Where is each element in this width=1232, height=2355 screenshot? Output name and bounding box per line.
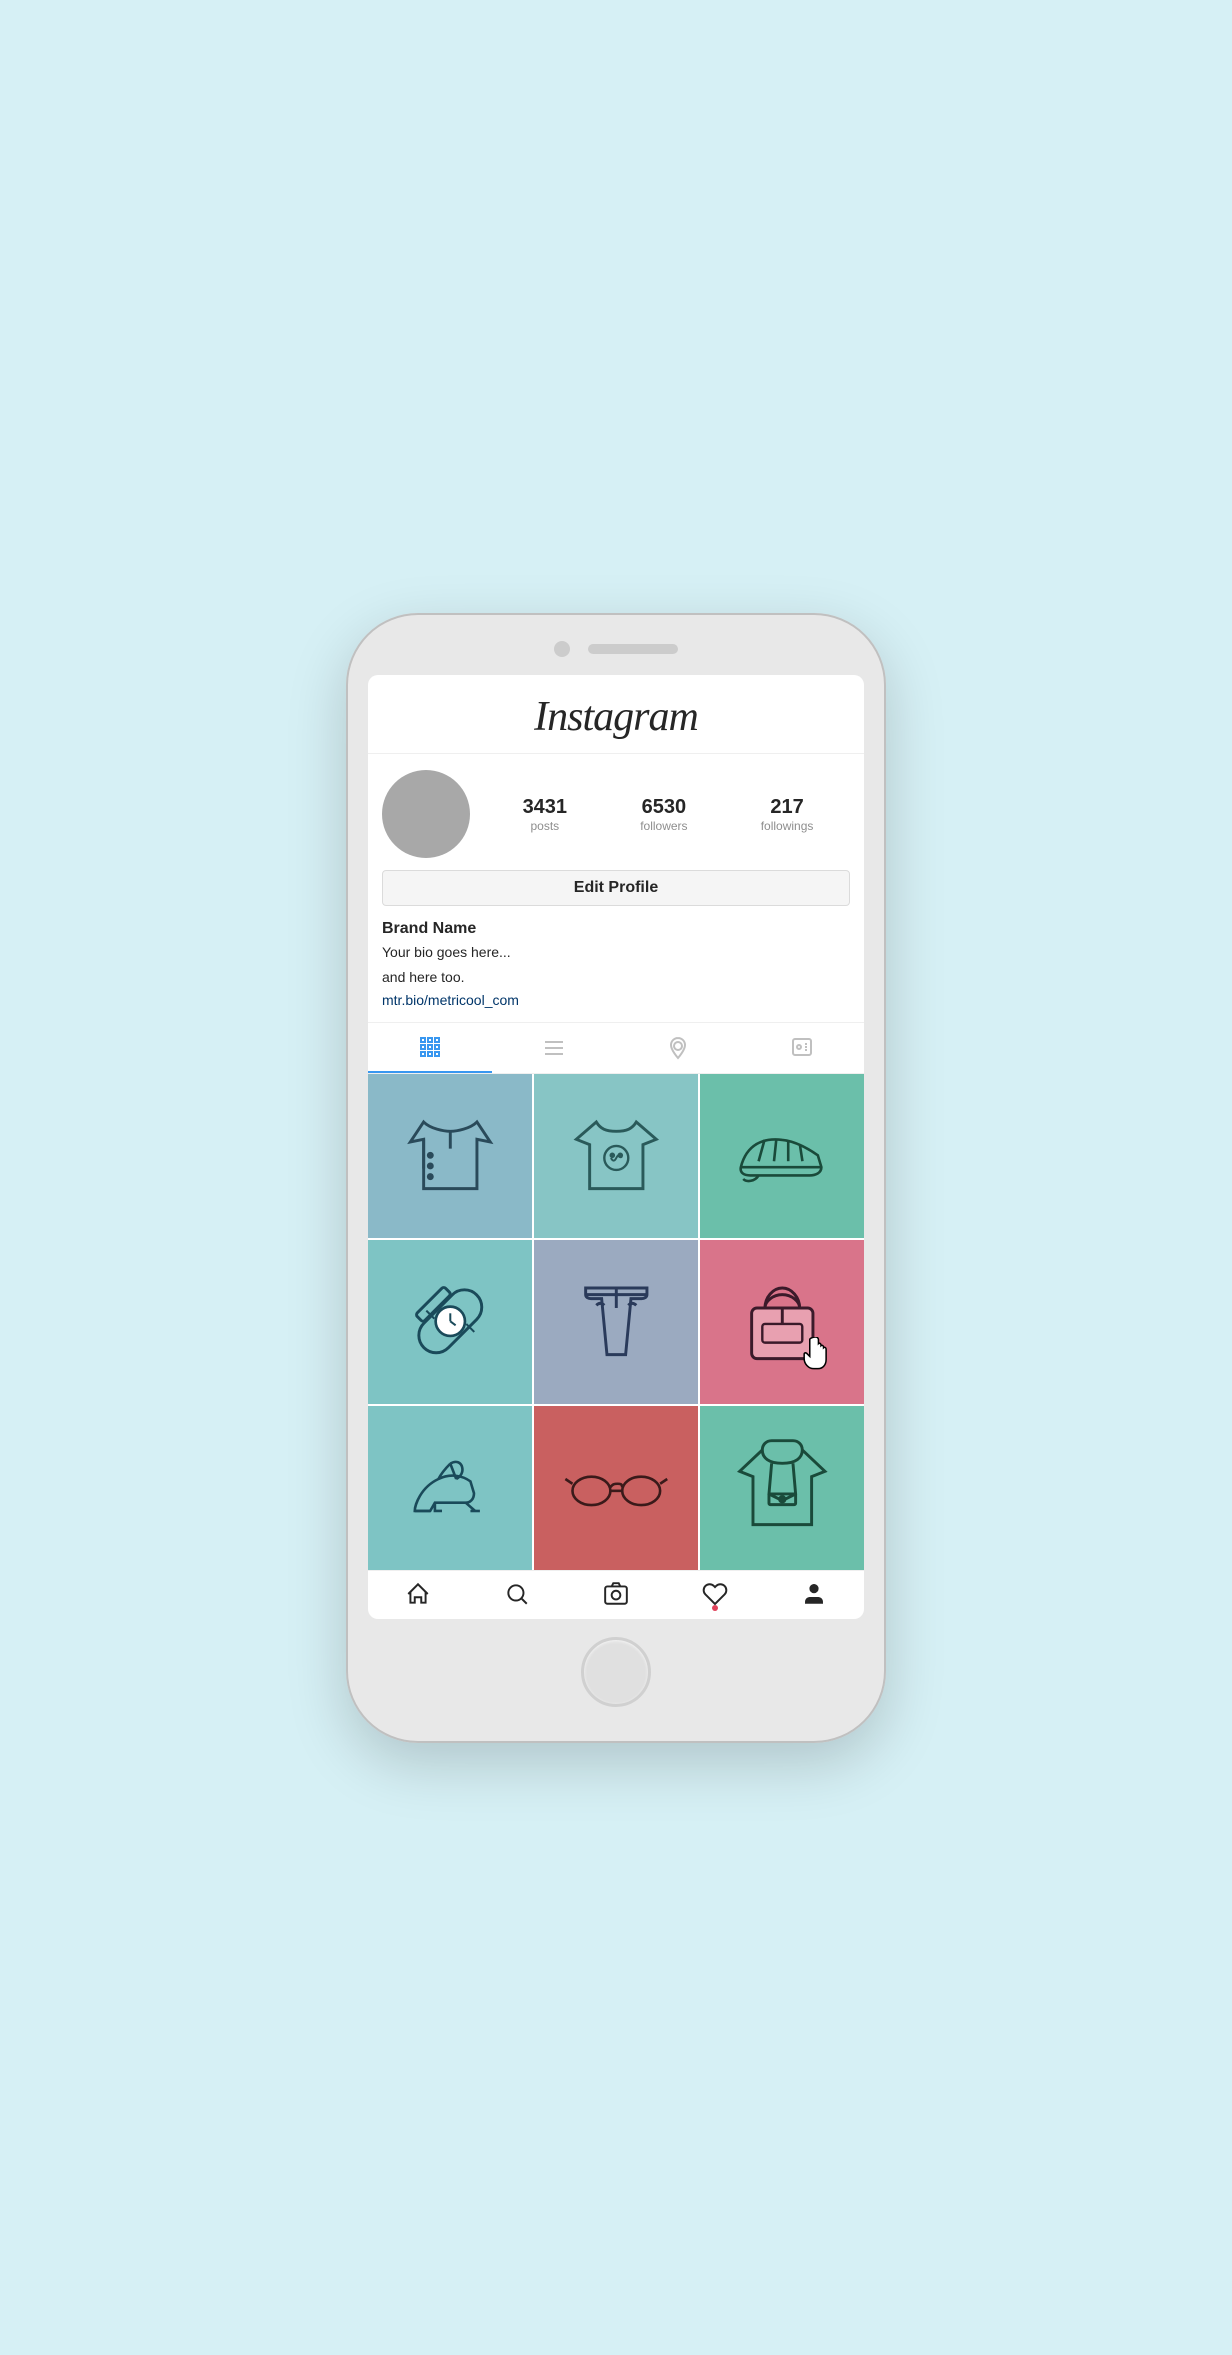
avatar bbox=[382, 770, 470, 858]
tab-grid[interactable] bbox=[368, 1023, 492, 1073]
followings-stat: 217 followings bbox=[761, 795, 814, 833]
grid-item-5[interactable] bbox=[534, 1240, 698, 1404]
posts-label: posts bbox=[530, 819, 559, 833]
tagged-icon bbox=[790, 1036, 814, 1060]
tab-location[interactable] bbox=[616, 1023, 740, 1073]
ig-stats: 3431 posts 6530 followers 217 followings bbox=[486, 795, 850, 833]
ig-profile: 3431 posts 6530 followers 217 followings… bbox=[368, 754, 864, 1022]
nav-camera[interactable] bbox=[566, 1581, 665, 1607]
ig-logo: Instagram bbox=[388, 693, 844, 741]
ig-header: Instagram bbox=[368, 675, 864, 754]
grid-item-7[interactable] bbox=[368, 1406, 532, 1570]
edit-profile-button[interactable]: Edit Profile bbox=[382, 870, 850, 906]
nav-profile[interactable] bbox=[765, 1581, 864, 1607]
bio-link[interactable]: mtr.bio/metricool_com bbox=[382, 992, 850, 1008]
phone-camera bbox=[554, 641, 570, 657]
phone-screen: Instagram 3431 posts 6530 followers 217 bbox=[368, 675, 864, 1619]
followers-stat: 6530 followers bbox=[640, 795, 687, 833]
grid-item-1[interactable] bbox=[368, 1074, 532, 1238]
phone-home-button[interactable] bbox=[581, 1637, 651, 1707]
grid-item-9[interactable] bbox=[700, 1406, 864, 1570]
tab-list[interactable] bbox=[492, 1023, 616, 1073]
grid-item-2[interactable] bbox=[534, 1074, 698, 1238]
nav-activity[interactable] bbox=[666, 1581, 765, 1607]
posts-stat: 3431 posts bbox=[523, 795, 568, 833]
bio-text-line1: Your bio goes here... bbox=[382, 942, 850, 963]
phone-top-bar bbox=[368, 641, 864, 657]
location-icon bbox=[666, 1036, 690, 1060]
ig-posts-grid bbox=[368, 1074, 864, 1570]
ig-profile-top: 3431 posts 6530 followers 217 followings bbox=[382, 770, 850, 858]
grid-icon bbox=[418, 1035, 442, 1059]
ig-bio: Brand Name Your bio goes here... and her… bbox=[382, 920, 850, 1022]
ig-bottom-nav bbox=[368, 1570, 864, 1619]
grid-item-6[interactable] bbox=[700, 1240, 864, 1404]
followings-label: followings bbox=[761, 819, 814, 833]
bio-text-line2: and here too. bbox=[382, 967, 850, 988]
list-icon bbox=[542, 1036, 566, 1060]
ig-tabs bbox=[368, 1022, 864, 1074]
posts-count: 3431 bbox=[523, 795, 568, 819]
bio-name: Brand Name bbox=[382, 920, 850, 938]
nav-search[interactable] bbox=[467, 1581, 566, 1607]
grid-item-3[interactable] bbox=[700, 1074, 864, 1238]
followings-count: 217 bbox=[770, 795, 803, 819]
phone-speaker bbox=[588, 644, 678, 654]
tab-tagged[interactable] bbox=[740, 1023, 864, 1073]
nav-home[interactable] bbox=[368, 1581, 467, 1607]
followers-count: 6530 bbox=[642, 795, 687, 819]
grid-item-4[interactable] bbox=[368, 1240, 532, 1404]
phone-frame: Instagram 3431 posts 6530 followers 217 bbox=[346, 613, 886, 1743]
grid-item-8[interactable] bbox=[534, 1406, 698, 1570]
notification-dot bbox=[712, 1605, 718, 1611]
followers-label: followers bbox=[640, 819, 687, 833]
